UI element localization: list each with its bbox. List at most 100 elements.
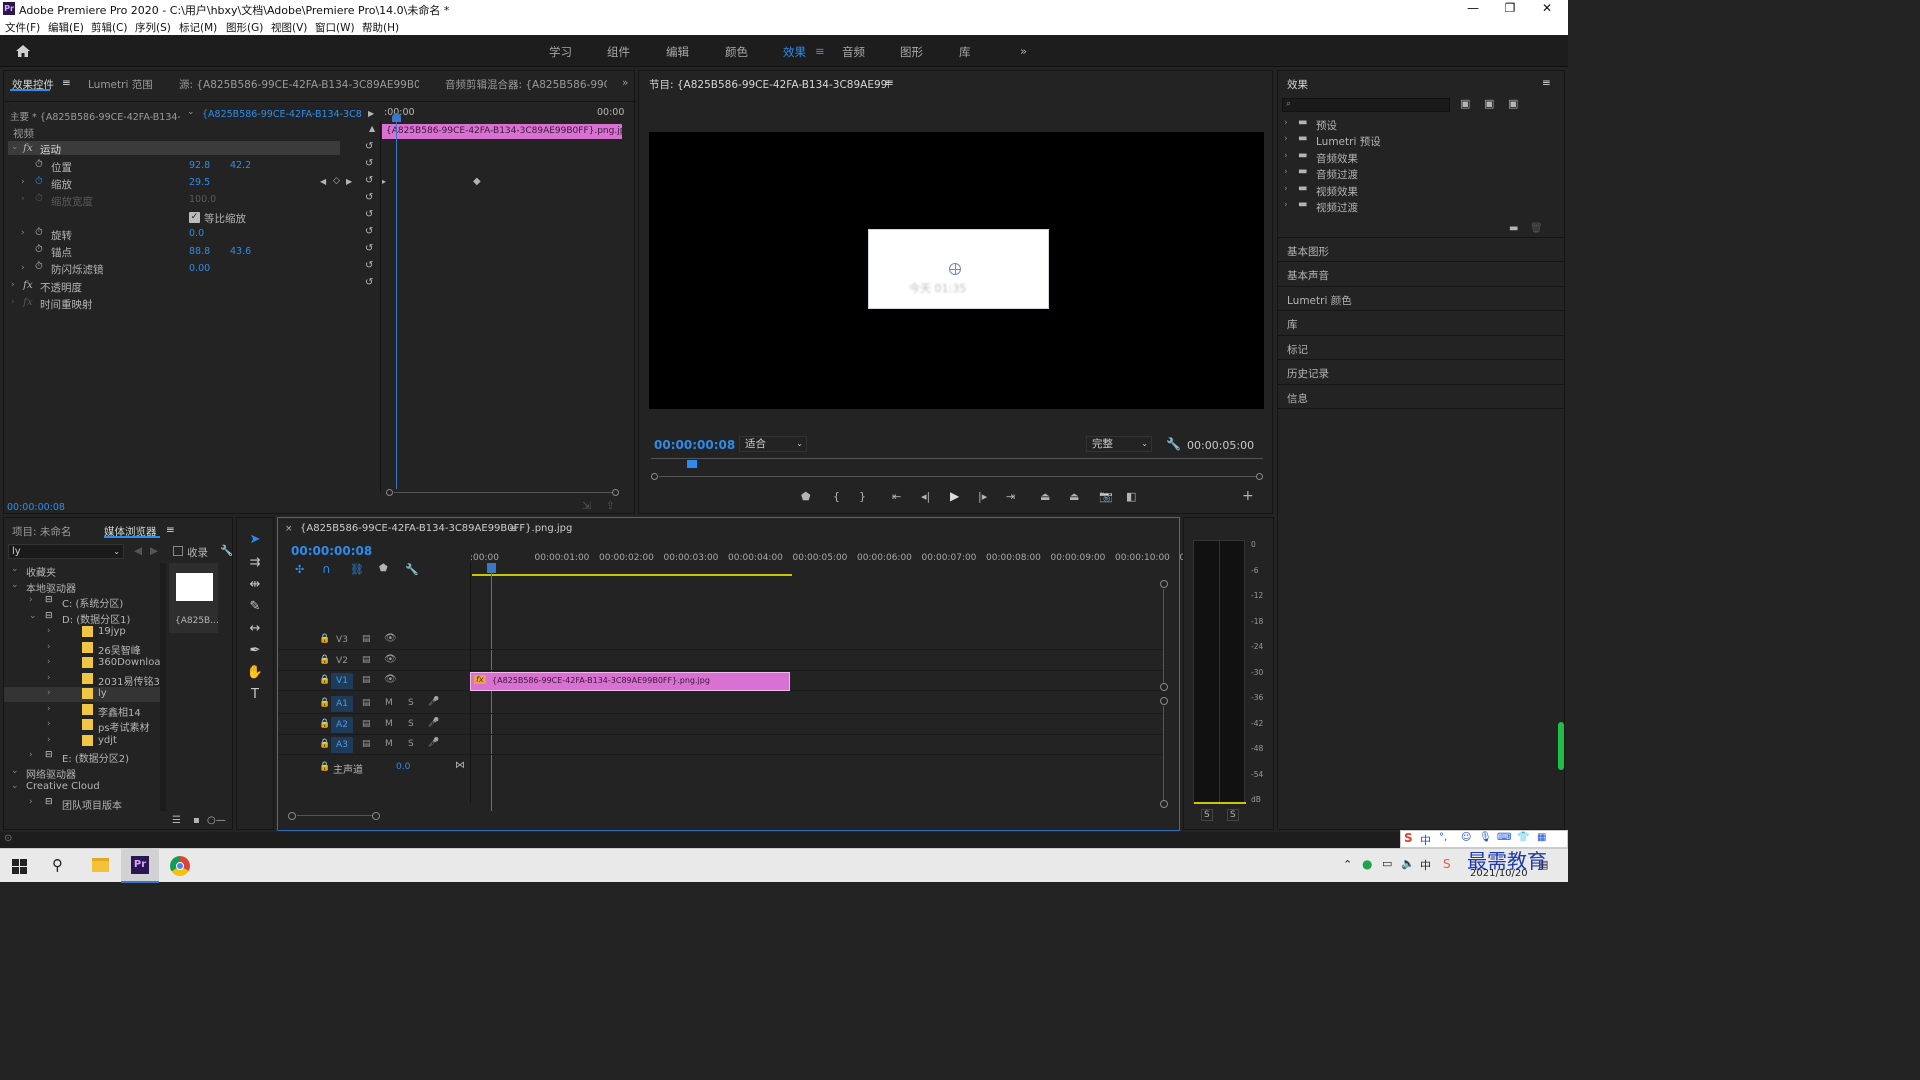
anchor-x-value[interactable]: 88.8 <box>189 246 210 257</box>
pen-tool-icon[interactable]: ✒ <box>245 643 265 658</box>
notifications-icon[interactable]: ▤ <box>1538 858 1548 871</box>
program-monitor-title[interactable]: 节目: {A825B586-99CE-42FA-B134-3C89AE99B0F… <box>649 77 889 92</box>
timeline-clip-v1[interactable]: fx {A825B586-99CE-42FA-B134-3C89AE99B0FF… <box>470 672 790 691</box>
next-keyframe-icon[interactable]: ▶ <box>346 177 352 186</box>
stopwatch-icon[interactable]: ⏱ <box>35 159 43 170</box>
track-select-tool-icon[interactable]: ⇉ <box>245 555 265 570</box>
menu-file[interactable]: 文件(F) <box>5 20 40 35</box>
hand-tool-icon[interactable]: ✋ <box>245 665 265 680</box>
tree-item[interactable]: › ydjt <box>4 734 160 749</box>
tree-item[interactable]: › ⊟ 团队项目版本 <box>4 796 160 812</box>
tree-item[interactable]: ⌄ ⊟ D: (数据分区1) <box>4 610 160 626</box>
filter-property-icon[interactable]: ⇲ <box>582 500 591 512</box>
microphone-icon[interactable]: 🎤 <box>428 697 439 707</box>
tray-app-icon[interactable]: ● <box>1362 857 1372 871</box>
tree-item[interactable]: ⌄ 网络驱动器 <box>4 765 160 781</box>
more-tabs-icon[interactable]: » <box>622 77 628 89</box>
antiflicker-value[interactable]: 0.00 <box>189 263 210 274</box>
timeline-settings-wrench-icon[interactable]: 🔧 <box>405 563 419 576</box>
workspace-effects[interactable]: 效果 <box>783 44 806 60</box>
lock-icon[interactable]: 🔒 <box>319 634 330 644</box>
position-y-value[interactable]: 42.2 <box>230 160 251 171</box>
solo-button[interactable]: S <box>408 698 414 708</box>
play-only-icon[interactable]: ▶ <box>368 109 374 118</box>
close-sequence-icon[interactable]: × <box>285 524 293 534</box>
expand-motion-icon[interactable]: ⌄ <box>11 142 19 152</box>
panel-menu-icon[interactable]: ≡ <box>885 77 894 89</box>
tree-item[interactable]: ⌄ 本地驱动器 <box>4 579 160 595</box>
forward-arrow-icon[interactable]: ▶ <box>150 545 158 557</box>
reset-icon[interactable]: ↺ <box>365 277 373 288</box>
mute-button[interactable]: M <box>385 719 393 729</box>
tray-expand-icon[interactable]: ⌃ <box>1343 858 1352 871</box>
ec-timecode[interactable]: 00:00:00:08 <box>7 502 65 513</box>
razor-tool-icon[interactable]: ✎ <box>245 599 265 614</box>
lift-icon[interactable]: ⏏ <box>1040 490 1050 503</box>
tree-item[interactable]: › 李鑫相14 <box>4 703 160 719</box>
export-icon[interactable]: ⇪ <box>606 500 615 512</box>
workspace-libraries[interactable]: 库 <box>959 44 971 60</box>
tree-item[interactable]: ⌄ 收藏夹 <box>4 563 160 579</box>
solo-right-button[interactable]: S <box>1227 809 1239 821</box>
ime-toolbar[interactable]: S 中 °, ☺ 🎙 ⌨ 👕 ▦ <box>1400 830 1568 848</box>
list-view-icon[interactable]: ☰ <box>172 815 181 826</box>
file-explorer-icon[interactable] <box>92 858 109 872</box>
master-track-value[interactable]: 0.0 <box>396 762 410 772</box>
expand-icon[interactable]: › <box>21 177 25 187</box>
reset-icon[interactable]: ↺ <box>365 209 373 220</box>
tab-source[interactable]: 源: {A825B586-99CE-42FA-B134-3C89AE99B0FF… <box>179 77 419 92</box>
rotation-value[interactable]: 0.0 <box>189 228 204 239</box>
track-target-button[interactable]: A2 <box>331 716 353 733</box>
timeline-vertical-scrollbars[interactable] <box>1160 580 1168 808</box>
menu-clip[interactable]: 剪辑(C) <box>91 20 128 35</box>
sogou-icon[interactable]: S <box>1443 857 1451 871</box>
tab-project[interactable]: 项目: 未命名 <box>12 524 71 539</box>
mark-out-icon[interactable]: } <box>859 490 866 503</box>
tree-scrollbar[interactable] <box>160 563 166 811</box>
menu-view[interactable]: 视图(V) <box>271 20 307 35</box>
section-essential-graphics[interactable]: 基本图形 <box>1287 244 1329 259</box>
fx-icon[interactable]: fx <box>23 279 33 291</box>
workspace-menu-icon[interactable]: ≡ <box>815 44 825 58</box>
back-arrow-icon[interactable]: ◀ <box>134 545 142 557</box>
eye-icon[interactable]: 👁 <box>384 654 397 665</box>
accelerated-effects-icon[interactable]: ▣ <box>1460 97 1470 110</box>
panel-menu-icon[interactable]: ≡ <box>509 523 518 535</box>
panel-menu-icon[interactable]: ≡ <box>1542 77 1551 89</box>
track-target-button[interactable]: A3 <box>331 737 353 753</box>
wrench-icon[interactable]: 🔧 <box>1166 437 1181 451</box>
lock-icon[interactable]: 🔒 <box>319 719 330 729</box>
icon-view-icon[interactable]: ▪ <box>193 815 200 826</box>
chevron-down-icon[interactable]: ⌄ <box>187 107 195 117</box>
workspace-learning[interactable]: 学习 <box>549 44 572 60</box>
extract-icon[interactable]: ⏏ <box>1069 490 1079 503</box>
minimize-button[interactable]: — <box>1458 1 1488 15</box>
microphone-icon[interactable]: 🎤 <box>428 718 439 728</box>
track-target-button[interactable]: A1 <box>331 696 353 712</box>
windows-start-icon[interactable] <box>12 859 27 874</box>
lock-icon[interactable]: 🔒 <box>319 698 330 708</box>
media-browser-path-dropdown[interactable]: ly ⌄ <box>8 544 124 559</box>
close-button[interactable]: ✕ <box>1532 1 1562 15</box>
stopwatch-icon[interactable]: ⏱ <box>35 227 43 238</box>
sync-lock-icon[interactable]: ▤ <box>362 634 371 644</box>
type-tool-icon[interactable]: T <box>245 687 265 702</box>
solo-button[interactable]: S <box>408 719 414 729</box>
reset-icon[interactable]: ↺ <box>365 226 373 237</box>
compare-view-icon[interactable]: ◧ <box>1126 490 1136 503</box>
slip-tool-icon[interactable]: ↔ <box>245 621 265 636</box>
menu-help[interactable]: 帮助(H) <box>362 20 399 35</box>
panel-menu-icon[interactable]: ≡ <box>62 77 71 89</box>
linked-selection-icon[interactable]: ⛓ <box>350 563 364 576</box>
sync-lock-icon[interactable]: ▤ <box>362 698 371 708</box>
stopwatch-icon[interactable]: ⏱ <box>35 261 43 272</box>
fit-dropdown[interactable]: 适合 ⌄ <box>739 436 807 452</box>
mute-button[interactable]: M <box>385 739 393 749</box>
network-icon[interactable]: ▭ <box>1382 857 1392 870</box>
wrench-icon[interactable]: 🔧 <box>220 544 233 557</box>
32bit-effects-icon[interactable]: ▣ <box>1484 97 1494 110</box>
reset-icon[interactable]: ↺ <box>365 141 373 152</box>
position-x-value[interactable]: 92.8 <box>189 160 210 171</box>
fx-icon[interactable]: fx <box>23 142 33 154</box>
workspace-more-button[interactable]: » <box>1020 44 1027 58</box>
